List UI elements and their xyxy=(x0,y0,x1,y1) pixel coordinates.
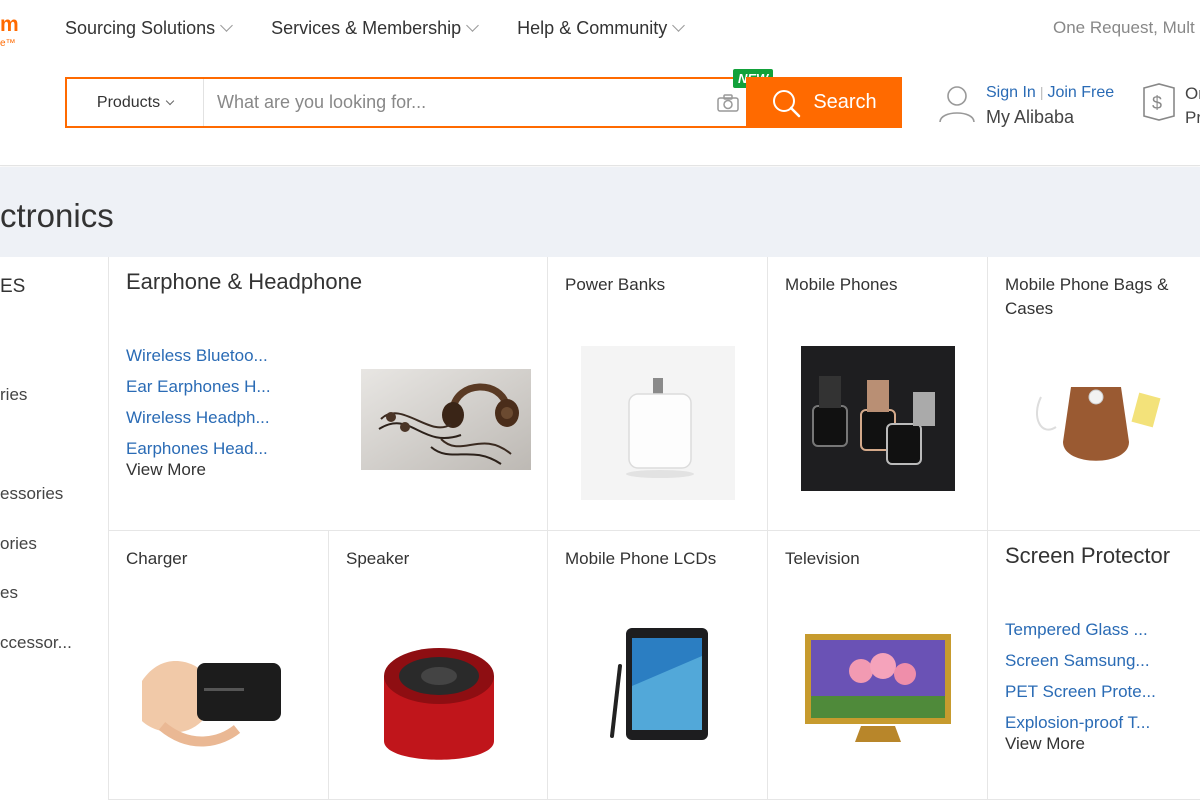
order-protection-text[interactable]: Or Pr xyxy=(1185,82,1200,130)
sidebar-item[interactable]: essories xyxy=(0,484,63,504)
account-links: Sign In | Join Free xyxy=(986,84,1114,102)
svg-text:$: $ xyxy=(1152,93,1162,113)
logo-mark: m xyxy=(0,13,19,36)
search-category-select[interactable]: Products xyxy=(67,79,204,126)
user-icon[interactable] xyxy=(937,83,977,128)
charger-product-image[interactable] xyxy=(142,631,296,761)
site-logo[interactable]: m e™ xyxy=(0,12,24,52)
site-header: m e™ Sourcing Solutions Services & Membe… xyxy=(0,0,1200,166)
card-title: Speaker xyxy=(346,549,410,568)
sidebar-item[interactable]: ccessor... xyxy=(0,633,72,653)
chevron-down-icon xyxy=(220,19,233,32)
sidebar-item[interactable]: ries xyxy=(0,385,27,405)
top-navigation: Sourcing Solutions Services & Membership… xyxy=(65,16,723,40)
category-title: ctronics xyxy=(0,197,114,234)
phone-bag-product-image[interactable] xyxy=(1021,357,1175,487)
account-separator: | xyxy=(1039,84,1044,100)
search-input[interactable] xyxy=(204,79,710,126)
card-title: Earphone & Headphone xyxy=(126,269,363,294)
category-card-television[interactable]: Television xyxy=(768,531,988,800)
category-header: ctronics xyxy=(0,167,1200,257)
subcategory-link[interactable]: PET Screen Prote... xyxy=(1005,676,1156,707)
nav-label: Help & Community xyxy=(517,17,668,38)
category-card-phone-bags-cases[interactable]: Mobile Phone Bags & Cases xyxy=(988,257,1200,531)
television-product-image[interactable] xyxy=(801,626,955,756)
subcategory-link[interactable]: Screen Samsung... xyxy=(1005,645,1156,676)
sidebar-item[interactable]: es xyxy=(0,583,18,603)
order-protection-icon[interactable]: $ xyxy=(1140,82,1178,127)
card-title: Charger xyxy=(126,549,188,568)
subcategory-link[interactable]: Wireless Bluetoo... xyxy=(126,340,271,371)
chevron-down-icon xyxy=(466,19,480,32)
join-free-link[interactable]: Join Free xyxy=(1047,84,1114,101)
logo-tagline: e™ xyxy=(0,38,16,49)
card-title: Power Banks xyxy=(565,275,666,294)
sign-in-link[interactable]: Sign In xyxy=(986,84,1036,101)
search-category-label: Products xyxy=(96,93,161,111)
card-title: Mobile Phone LCDs xyxy=(565,549,717,568)
nav-label: Services & Membership xyxy=(271,17,462,38)
subcategory-link[interactable]: Tempered Glass ... xyxy=(1005,614,1156,645)
chevron-down-icon xyxy=(165,96,175,105)
power-bank-product-image[interactable] xyxy=(581,346,735,500)
category-card-earphone[interactable]: Earphone & Headphone Wireless Bluetoo...… xyxy=(109,257,548,531)
headphone-product-image[interactable] xyxy=(361,369,531,470)
search-bar: Products xyxy=(65,77,746,128)
sidebar-item[interactable]: ories xyxy=(0,534,37,554)
category-card-phone-lcds[interactable]: Mobile Phone LCDs xyxy=(548,531,768,800)
nav-services-membership[interactable]: Services & Membership xyxy=(271,16,480,40)
search-button[interactable]: Search xyxy=(746,77,902,128)
card-title: Television xyxy=(785,549,860,568)
category-card-speaker[interactable]: Speaker xyxy=(329,531,548,800)
card-title: Screen Protector xyxy=(1005,543,1171,568)
subcategory-links: Wireless Bluetoo... Ear Earphones H... W… xyxy=(126,340,271,480)
category-card-power-banks[interactable]: Power Banks xyxy=(548,257,768,531)
order-protection-line1: Or xyxy=(1185,84,1200,103)
my-alibaba-link[interactable]: My Alibaba xyxy=(986,107,1074,128)
order-protection-line2: Pr xyxy=(1185,108,1200,127)
search-button-label: Search xyxy=(813,91,877,113)
subcategory-link[interactable]: Ear Earphones H... xyxy=(126,371,271,402)
category-card-charger[interactable]: Charger xyxy=(109,531,329,800)
subcategory-link[interactable]: Wireless Headph... xyxy=(126,402,271,433)
search-icon xyxy=(773,89,801,117)
chevron-down-icon xyxy=(672,19,686,32)
category-card-screen-protector[interactable]: Screen Protector Tempered Glass ... Scre… xyxy=(988,531,1200,800)
sidebar-header: ES xyxy=(0,276,26,297)
subcategory-links: Tempered Glass ... Screen Samsung... PET… xyxy=(1005,614,1156,754)
nav-label: Sourcing Solutions xyxy=(65,17,216,38)
speaker-product-image[interactable] xyxy=(362,631,516,781)
one-request-link[interactable]: One Request, Mult xyxy=(1053,18,1195,38)
nav-sourcing-solutions[interactable]: Sourcing Solutions xyxy=(65,16,233,40)
card-title: Mobile Phones xyxy=(785,275,898,294)
nav-help-community[interactable]: Help & Community xyxy=(517,16,686,40)
card-title: Mobile Phone Bags & Cases xyxy=(1005,275,1169,318)
category-sidebar: ES ries essories ories es ccessor... xyxy=(0,257,109,800)
phone-lcd-product-image[interactable] xyxy=(606,626,716,746)
category-card-mobile-phones[interactable]: Mobile Phones xyxy=(768,257,988,531)
mobile-phone-product-image[interactable] xyxy=(801,346,955,491)
